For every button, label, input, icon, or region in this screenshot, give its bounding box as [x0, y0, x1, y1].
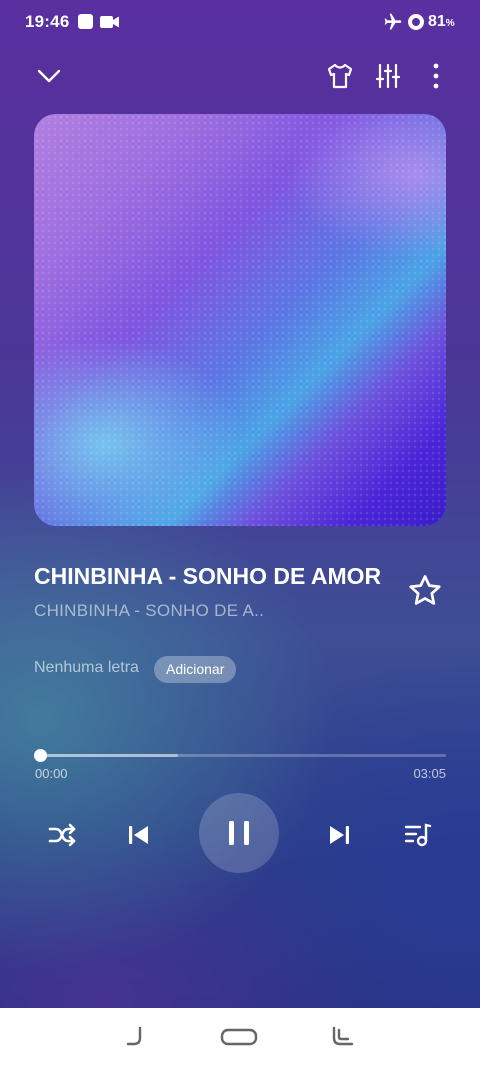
total-time: 03:05 [413, 766, 446, 781]
recents-icon [332, 1026, 354, 1046]
next-icon [330, 826, 349, 844]
shirt-icon [327, 63, 353, 89]
song-title: CHINBINHA - SONHO DE AMOR [34, 563, 382, 589]
notification-square-icon [78, 14, 93, 29]
status-time: 19:46 [25, 12, 70, 31]
playlist-icon [404, 823, 432, 847]
theme-button[interactable] [322, 58, 358, 94]
home-button[interactable] [220, 1027, 258, 1052]
album-artwork [34, 114, 446, 526]
video-camera-icon [100, 15, 120, 34]
seek-thumb[interactable] [34, 749, 47, 762]
previous-icon [129, 826, 148, 844]
pause-icon [229, 821, 249, 845]
equalizer-icon [375, 63, 401, 89]
star-outline-icon [409, 575, 441, 605]
favorite-button[interactable] [406, 572, 444, 610]
home-pill-icon [220, 1028, 258, 1046]
recents-button[interactable] [330, 1024, 356, 1053]
lyrics-status: Nenhuma letra [34, 659, 139, 676]
player-toolbar [0, 54, 480, 98]
song-artist: CHINBINHA - SONHO DE A.. [34, 601, 265, 620]
music-player-screen: 19:46 81% CHINBINHA - SONHO DE AMOR CHIN [0, 0, 480, 1008]
add-lyrics-button[interactable]: Adicionar [154, 656, 237, 683]
airplane-icon [383, 12, 403, 37]
equalizer-button[interactable] [370, 58, 406, 94]
more-vert-icon [433, 63, 439, 89]
previous-button[interactable] [118, 815, 158, 855]
system-nav-bar [0, 1008, 480, 1068]
back-button[interactable] [122, 1024, 146, 1053]
shuffle-button[interactable] [42, 815, 82, 855]
more-options-button[interactable] [418, 58, 454, 94]
battery-level: 81% [428, 13, 455, 30]
status-bar: 19:46 81% [0, 0, 480, 46]
play-pause-button[interactable] [199, 793, 279, 873]
back-gesture-icon [126, 1026, 142, 1046]
playlist-button[interactable] [398, 815, 438, 855]
seek-buffer [40, 754, 179, 757]
battery-ring-icon [408, 14, 424, 30]
collapse-button[interactable] [31, 58, 67, 94]
chevron-down-icon [37, 69, 61, 83]
shuffle-icon [48, 823, 76, 847]
current-time: 00:00 [35, 766, 68, 781]
next-button[interactable] [320, 815, 360, 855]
seek-bar[interactable] [40, 754, 446, 757]
